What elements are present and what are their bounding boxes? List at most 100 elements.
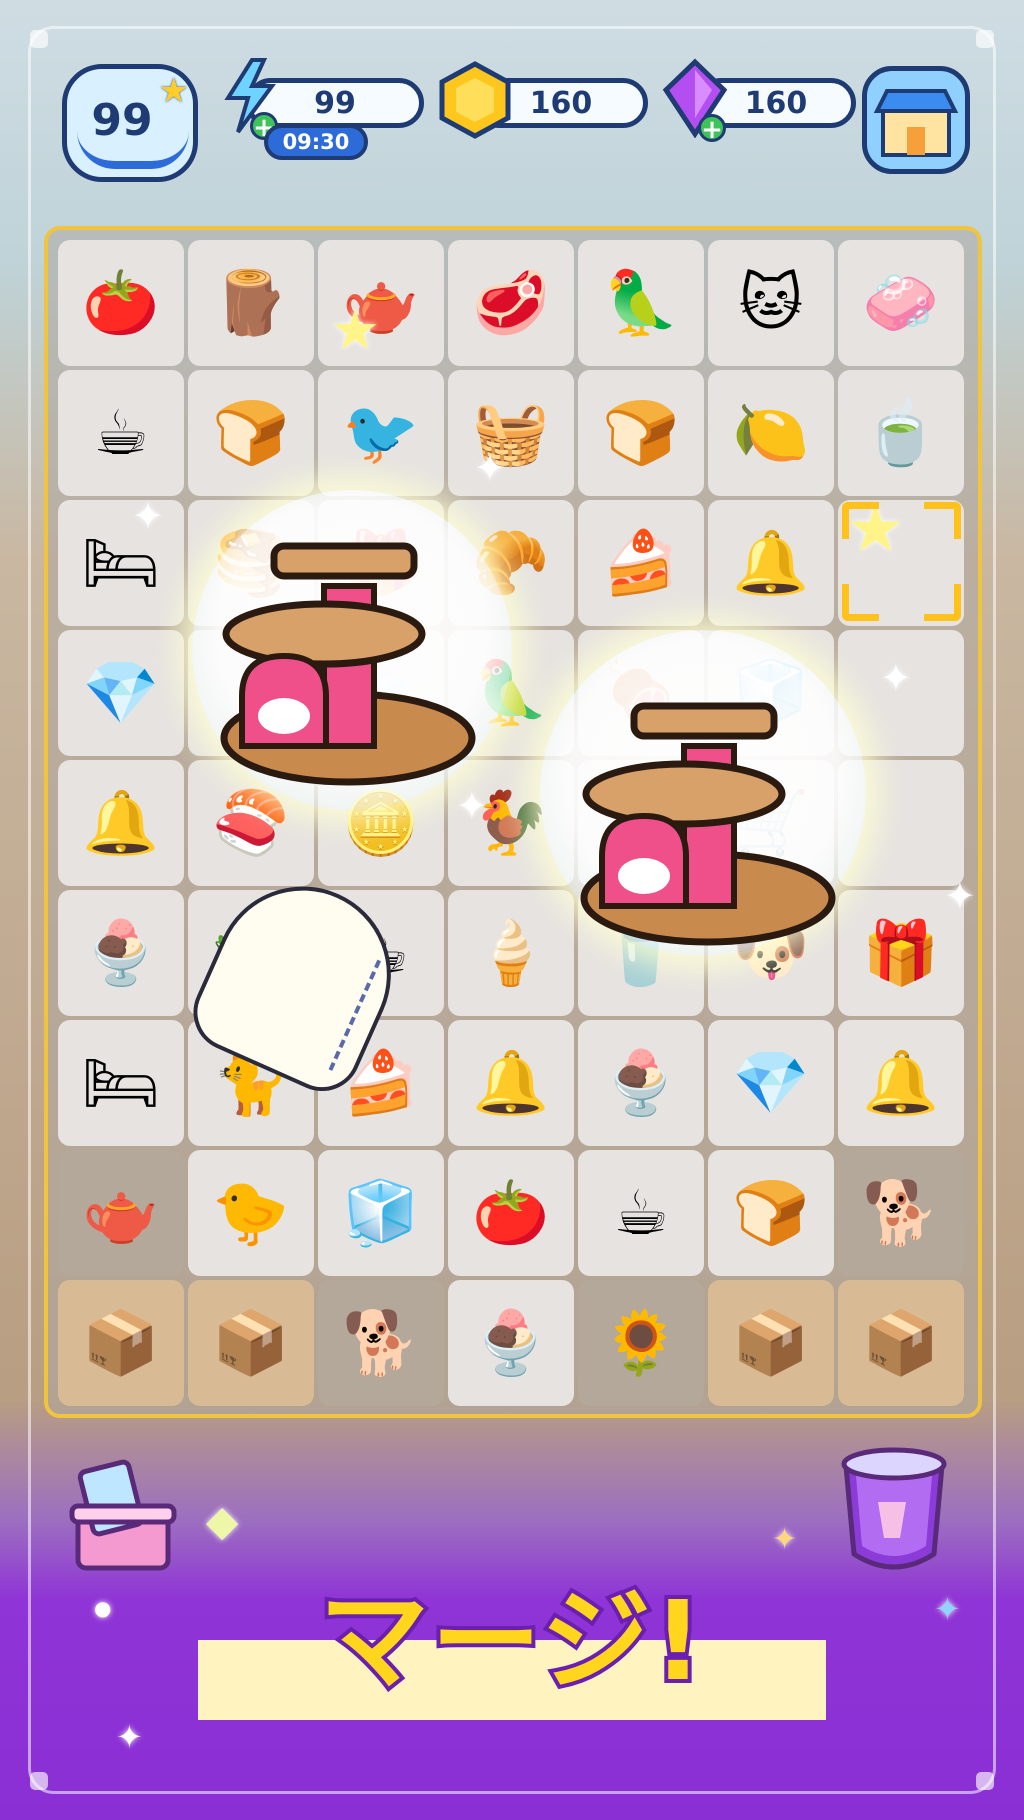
board-cell[interactable]: 🛏	[58, 1020, 184, 1146]
board-cell[interactable]: 📦	[58, 1280, 184, 1406]
pet-bed-icon: 🛏	[81, 1046, 161, 1119]
chick-icon: 🐤	[212, 1176, 290, 1249]
board-cell[interactable]: 🍞	[188, 370, 314, 496]
selection-corner	[842, 584, 879, 621]
board-cell[interactable]: 🌻	[578, 1280, 704, 1406]
board-cell[interactable]: 🔔	[708, 500, 834, 626]
shiba-black-icon: 🐕	[862, 1176, 940, 1249]
frame-corner	[30, 1772, 48, 1790]
soap-icon: 🧼	[862, 266, 940, 339]
board-cell[interactable]: 📦	[838, 1280, 964, 1406]
robin-icon: 🐦	[342, 396, 420, 469]
sparkle-icon: ✦	[456, 784, 488, 828]
board-cell[interactable]: 🍨	[448, 1280, 574, 1406]
trash-bin-button[interactable]	[828, 1442, 960, 1578]
board-cell[interactable]: 📦	[708, 1280, 834, 1406]
parfait-icon: 🍨	[602, 1046, 680, 1119]
board-cell[interactable]: 🍋	[708, 370, 834, 496]
energy-timer: 09:30	[264, 124, 368, 160]
coffee-cup-icon: ☕	[93, 396, 149, 469]
cardboard-box-icon: 📦	[732, 1306, 810, 1379]
board-cell[interactable]: ☕	[58, 370, 184, 496]
tomato-icon: 🍅	[82, 266, 160, 339]
board-cell[interactable]: 🧺	[448, 370, 574, 496]
bell-collar-icon: 🔔	[732, 526, 810, 599]
selection-corner	[924, 584, 961, 621]
sparkle-icon: ✦	[880, 656, 912, 700]
sushi-icon: 🍣	[212, 786, 290, 859]
cat-tower-icon	[580, 702, 836, 946]
board-cell[interactable]: 🦜	[578, 240, 704, 366]
board-cell[interactable]: 🪵	[188, 240, 314, 366]
parfait-icon: 🍨	[472, 1306, 550, 1379]
board-cell[interactable]: 🐕	[318, 1280, 444, 1406]
star-icon: ★	[330, 298, 381, 363]
board-cell[interactable]: 🫖	[58, 1150, 184, 1276]
board-cell[interactable]: 🧊	[318, 1150, 444, 1276]
star-icon: ★	[158, 71, 189, 111]
level-badge[interactable]: 99 ★	[62, 64, 198, 182]
board-cell[interactable]: 🍨	[58, 890, 184, 1016]
board-cell[interactable]: 🍰	[578, 500, 704, 626]
energy-value: 99	[314, 85, 356, 121]
board-cell[interactable]: 🐕	[838, 1150, 964, 1276]
card-icon: ◆	[206, 1496, 239, 1545]
board-cell[interactable]: 🧼	[838, 240, 964, 366]
board-cell[interactable]: 🍨	[578, 1020, 704, 1146]
board-cell[interactable]: 🍞	[578, 370, 704, 496]
selection-corner	[924, 502, 961, 539]
sparkle-icon: ✦	[772, 1522, 798, 1557]
orange-cake-icon: 🍰	[602, 526, 680, 599]
frame-corner	[976, 30, 994, 48]
lemonade-icon: 🍋	[732, 396, 810, 469]
cardboard-box-icon: 📦	[862, 1306, 940, 1379]
card-box-button[interactable]	[58, 1456, 188, 1576]
bell-collar-icon: 🔔	[82, 786, 160, 859]
coin-icon	[434, 60, 516, 140]
bird-cage-icon: 🌻	[602, 1306, 680, 1379]
coin-value: 160	[529, 85, 593, 121]
bell-collar-icon: 🔔	[472, 1046, 550, 1119]
cat-tower-icon: 🪵	[212, 266, 290, 339]
shield-trash-icon	[841, 1447, 947, 1570]
board-cell[interactable]: 🍅	[448, 1150, 574, 1276]
tea-bag-icon: 🍵	[862, 396, 940, 469]
board-cell[interactable]: 🍞	[708, 1150, 834, 1276]
board-cell[interactable]: ☕	[578, 1150, 704, 1276]
tomato-icon: 🍅	[472, 1176, 550, 1249]
add-gem-button[interactable]: +	[698, 114, 726, 143]
board-cell[interactable]: 🔔	[838, 1020, 964, 1146]
sparkle-icon: ✦	[116, 1718, 143, 1756]
board-cell[interactable]: 💎	[58, 630, 184, 756]
board-cell[interactable]: 🔔	[58, 760, 184, 886]
sparkle-icon: ✦	[934, 1590, 961, 1628]
board-cell[interactable]: 🐱	[708, 240, 834, 366]
bread-bun-icon: 🍞	[602, 396, 680, 469]
gem-value: 160	[744, 85, 808, 121]
sparkle-icon: ✦	[474, 446, 506, 490]
meat-fridge-icon: 🧊	[342, 1176, 420, 1249]
selection-corner	[842, 502, 879, 539]
cockatoo-icon: 🦜	[602, 266, 680, 339]
bell-collar-icon: 🔔	[862, 1046, 940, 1119]
board-cell[interactable]: 💎	[708, 1020, 834, 1146]
coffee-cup-icon: ☕	[613, 1176, 669, 1249]
cat-tower-icon	[220, 542, 476, 786]
board-cell[interactable]: 🍵	[838, 370, 964, 496]
shiba-icon: 🐕	[342, 1306, 420, 1379]
board-cell[interactable]: 🐤	[188, 1150, 314, 1276]
board-cell[interactable]: 🥩	[448, 240, 574, 366]
gift-box-icon: 🎁	[862, 916, 940, 989]
board-cell[interactable]: 🐦	[318, 370, 444, 496]
board-cell[interactable]: 📦	[188, 1280, 314, 1406]
board-cell[interactable]: 🍅	[58, 240, 184, 366]
board-cell[interactable]: 🛏	[58, 500, 184, 626]
board-cell[interactable]: 🍦	[448, 890, 574, 1016]
pet-bed-icon: 🛏	[81, 526, 161, 599]
bread-bun-icon: 🍞	[212, 396, 290, 469]
bread-bun-icon: 🍞	[732, 1176, 810, 1249]
shop-button[interactable]	[862, 66, 970, 174]
frame-corner	[30, 30, 48, 48]
coffee-machine-icon: 🫖	[82, 1176, 160, 1249]
board-cell[interactable]: 🔔	[448, 1020, 574, 1146]
